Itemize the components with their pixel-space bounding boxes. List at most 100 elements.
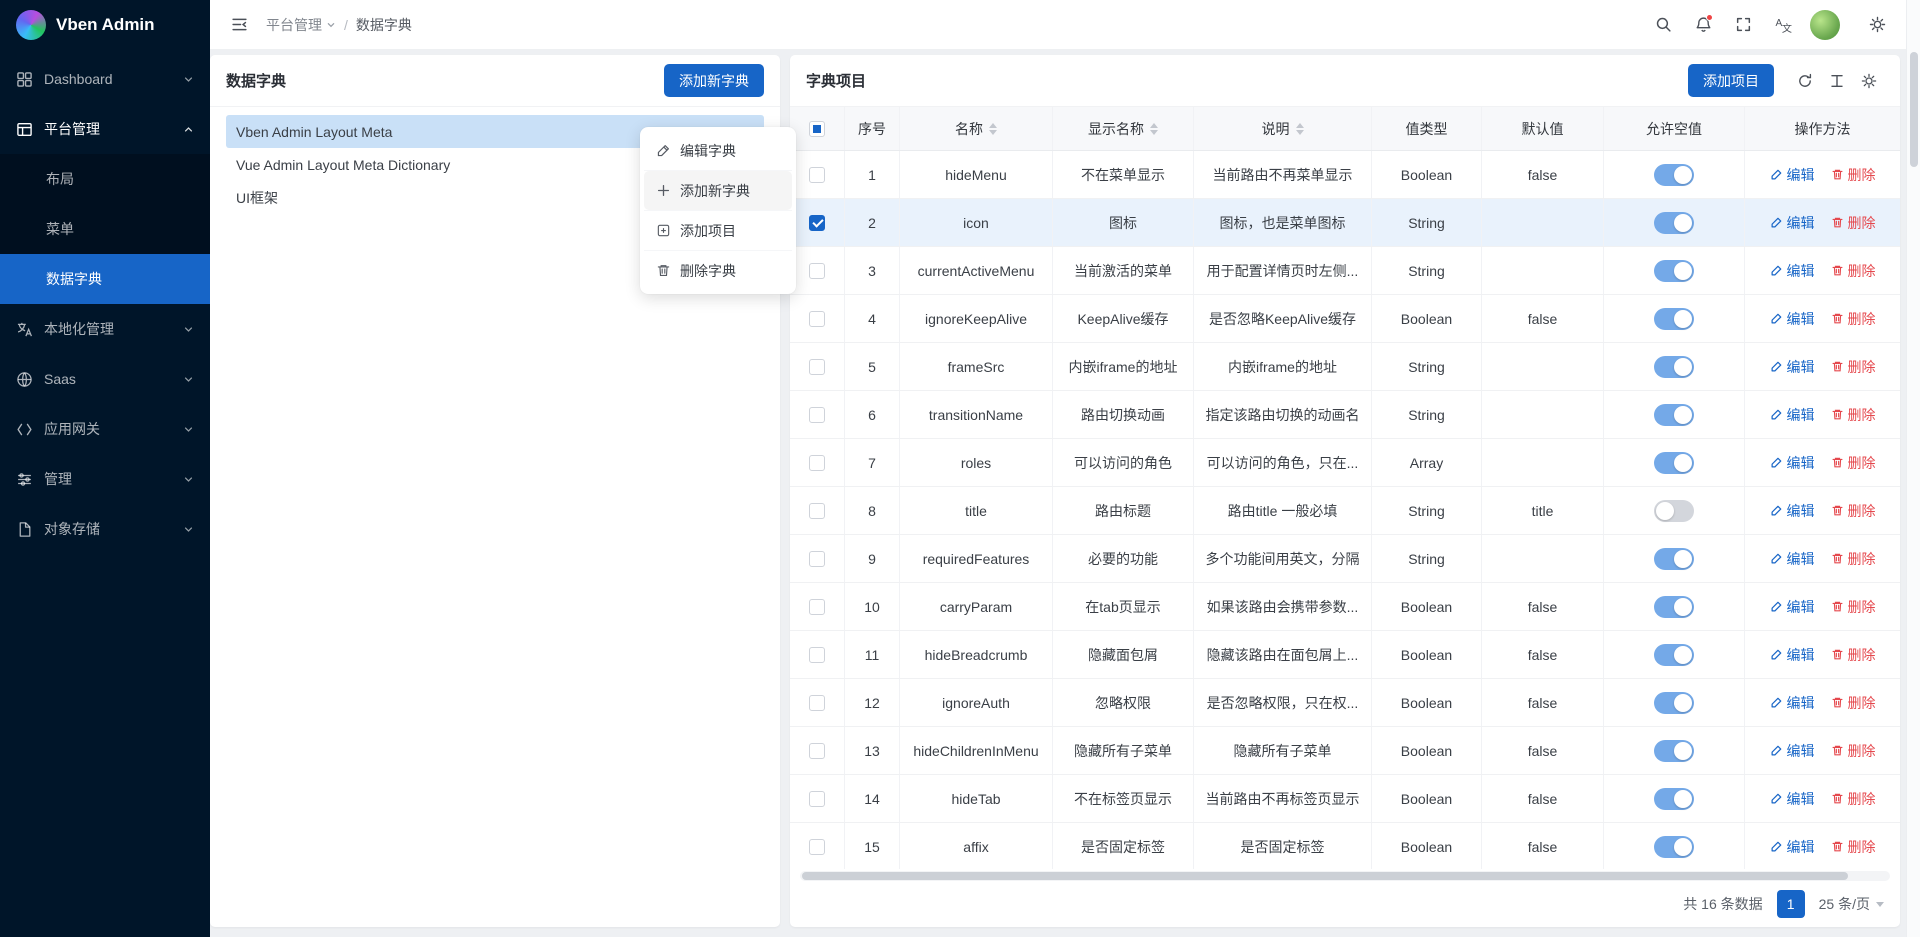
page-number-button[interactable]: 1 bbox=[1777, 890, 1805, 918]
sidebar-item-menu[interactable]: 菜单 bbox=[0, 204, 210, 254]
delete-button[interactable]: 删除 bbox=[1831, 357, 1876, 377]
delete-button[interactable]: 删除 bbox=[1831, 405, 1876, 425]
allow-null-switch[interactable] bbox=[1654, 404, 1694, 426]
column-header[interactable]: 值类型 bbox=[1372, 107, 1482, 150]
edit-button[interactable]: 编辑 bbox=[1770, 501, 1815, 521]
table-row[interactable]: 6 transitionName 路由切换动画 指定该路由切换的动画名 Stri… bbox=[790, 391, 1900, 439]
column-header[interactable]: 默认值 bbox=[1482, 107, 1604, 150]
custom-column-icon[interactable] bbox=[1822, 66, 1852, 96]
row-checkbox[interactable] bbox=[809, 407, 825, 423]
breadcrumb-item[interactable]: 平台管理 bbox=[266, 15, 336, 35]
allow-null-switch[interactable] bbox=[1654, 644, 1694, 666]
column-header[interactable]: 说明 bbox=[1194, 107, 1372, 150]
row-checkbox[interactable] bbox=[809, 359, 825, 375]
row-checkbox[interactable] bbox=[809, 455, 825, 471]
delete-button[interactable]: 删除 bbox=[1831, 213, 1876, 233]
row-checkbox[interactable] bbox=[809, 839, 825, 855]
page-scrollbar[interactable] bbox=[1906, 0, 1920, 937]
row-checkbox[interactable] bbox=[809, 167, 825, 183]
table-row[interactable]: 15 affix 是否固定标签 是否固定标签 Boolean false 编辑 … bbox=[790, 823, 1900, 869]
table-row[interactable]: 2 icon 图标 图标，也是菜单图标 String 编辑 删除 bbox=[790, 199, 1900, 247]
notification-bell-icon[interactable] bbox=[1686, 8, 1720, 42]
row-checkbox[interactable] bbox=[809, 599, 825, 615]
table-row[interactable]: 9 requiredFeatures 必要的功能 多个功能间用英文，分隔 Str… bbox=[790, 535, 1900, 583]
edit-button[interactable]: 编辑 bbox=[1770, 837, 1815, 857]
column-header[interactable]: 名称 bbox=[900, 107, 1053, 150]
row-checkbox[interactable] bbox=[809, 791, 825, 807]
sidebar-item-data-dictionary[interactable]: 数据字典 bbox=[0, 254, 210, 304]
allow-null-switch[interactable] bbox=[1654, 260, 1694, 282]
row-checkbox[interactable] bbox=[809, 695, 825, 711]
edit-button[interactable]: 编辑 bbox=[1770, 741, 1815, 761]
allow-null-switch[interactable] bbox=[1654, 740, 1694, 762]
app-logo[interactable]: Vben Admin bbox=[0, 0, 210, 50]
allow-null-switch[interactable] bbox=[1654, 692, 1694, 714]
allow-null-switch[interactable] bbox=[1654, 500, 1694, 522]
sort-icons[interactable] bbox=[1296, 123, 1304, 135]
sidebar-item-platform[interactable]: 平台管理 bbox=[0, 104, 210, 154]
column-header[interactable]: 操作方法 bbox=[1745, 107, 1900, 150]
allow-null-switch[interactable] bbox=[1654, 308, 1694, 330]
sidebar-item-saas[interactable]: Saas bbox=[0, 354, 210, 404]
sort-icons[interactable] bbox=[989, 123, 997, 135]
table-row[interactable]: 3 currentActiveMenu 当前激活的菜单 用于配置详情页时左侧..… bbox=[790, 247, 1900, 295]
table-row[interactable]: 7 roles 可以访问的角色 可以访问的角色，只在... Array 编辑 删… bbox=[790, 439, 1900, 487]
delete-button[interactable]: 删除 bbox=[1831, 165, 1876, 185]
edit-button[interactable]: 编辑 bbox=[1770, 309, 1815, 329]
row-checkbox[interactable] bbox=[809, 263, 825, 279]
edit-button[interactable]: 编辑 bbox=[1770, 549, 1815, 569]
delete-button[interactable]: 删除 bbox=[1831, 309, 1876, 329]
edit-button[interactable]: 编辑 bbox=[1770, 405, 1815, 425]
table-row[interactable]: 1 hideMenu 不在菜单显示 当前路由不再菜单显示 Boolean fal… bbox=[790, 151, 1900, 199]
delete-button[interactable]: 删除 bbox=[1831, 693, 1876, 713]
scrollbar-thumb[interactable] bbox=[802, 872, 1848, 880]
sidebar-item-localization[interactable]: 本地化管理 bbox=[0, 304, 210, 354]
edit-button[interactable]: 编辑 bbox=[1770, 789, 1815, 809]
select-all-checkbox[interactable] bbox=[809, 121, 825, 137]
table-row[interactable]: 8 title 路由标题 路由title 一般必填 String title 编… bbox=[790, 487, 1900, 535]
preferences-gear-icon[interactable] bbox=[1860, 8, 1894, 42]
edit-button[interactable]: 编辑 bbox=[1770, 693, 1815, 713]
table-row[interactable]: 13 hideChildrenInMenu 隐藏所有子菜单 隐藏所有子菜单 Bo… bbox=[790, 727, 1900, 775]
allow-null-switch[interactable] bbox=[1654, 548, 1694, 570]
delete-button[interactable]: 删除 bbox=[1831, 789, 1876, 809]
sort-icons[interactable] bbox=[1150, 123, 1158, 135]
refresh-icon[interactable] bbox=[1790, 66, 1820, 96]
context-menu-item[interactable]: 添加项目 bbox=[644, 211, 792, 250]
translate-icon[interactable]: A文 bbox=[1766, 8, 1800, 42]
column-header[interactable]: 序号 bbox=[845, 107, 900, 150]
row-checkbox[interactable] bbox=[809, 743, 825, 759]
row-checkbox[interactable] bbox=[809, 503, 825, 519]
table-row[interactable]: 11 hideBreadcrumb 隐藏面包屑 隐藏该路由在面包屑上... Bo… bbox=[790, 631, 1900, 679]
allow-null-switch[interactable] bbox=[1654, 164, 1694, 186]
delete-button[interactable]: 删除 bbox=[1831, 501, 1876, 521]
edit-button[interactable]: 编辑 bbox=[1770, 357, 1815, 377]
column-header[interactable]: 显示名称 bbox=[1053, 107, 1194, 150]
edit-button[interactable]: 编辑 bbox=[1770, 453, 1815, 473]
sidebar-item-object-storage[interactable]: 对象存储 bbox=[0, 504, 210, 554]
table-row[interactable]: 10 carryParam 在tab页显示 如果该路由会携带参数... Bool… bbox=[790, 583, 1900, 631]
fullscreen-icon[interactable] bbox=[1726, 8, 1760, 42]
user-avatar[interactable] bbox=[1810, 10, 1840, 40]
search-icon[interactable] bbox=[1646, 8, 1680, 42]
table-row[interactable]: 12 ignoreAuth 忽略权限 是否忽略权限，只在权... Boolean… bbox=[790, 679, 1900, 727]
column-header[interactable]: 允许空值 bbox=[1604, 107, 1745, 150]
delete-button[interactable]: 删除 bbox=[1831, 453, 1876, 473]
edit-button[interactable]: 编辑 bbox=[1770, 645, 1815, 665]
table-row[interactable]: 5 frameSrc 内嵌iframe的地址 内嵌iframe的地址 Strin… bbox=[790, 343, 1900, 391]
delete-button[interactable]: 删除 bbox=[1831, 837, 1876, 857]
delete-button[interactable]: 删除 bbox=[1831, 261, 1876, 281]
page-size-select[interactable]: 25 条/页 bbox=[1819, 894, 1884, 914]
settings-gear-icon[interactable] bbox=[1854, 66, 1884, 96]
table-row[interactable]: 14 hideTab 不在标签页显示 当前路由不再标签页显示 Boolean f… bbox=[790, 775, 1900, 823]
sidebar-item-layout[interactable]: 布局 bbox=[0, 154, 210, 204]
context-menu-item[interactable]: 编辑字典 bbox=[644, 131, 792, 170]
edit-button[interactable]: 编辑 bbox=[1770, 213, 1815, 233]
add-dictionary-button[interactable]: 添加新字典 bbox=[664, 64, 764, 97]
sidebar-item-dashboard[interactable]: Dashboard bbox=[0, 54, 210, 104]
allow-null-switch[interactable] bbox=[1654, 836, 1694, 858]
menu-fold-icon[interactable] bbox=[222, 8, 256, 42]
allow-null-switch[interactable] bbox=[1654, 596, 1694, 618]
allow-null-switch[interactable] bbox=[1654, 212, 1694, 234]
table-row[interactable]: 4 ignoreKeepAlive KeepAlive缓存 是否忽略KeepAl… bbox=[790, 295, 1900, 343]
